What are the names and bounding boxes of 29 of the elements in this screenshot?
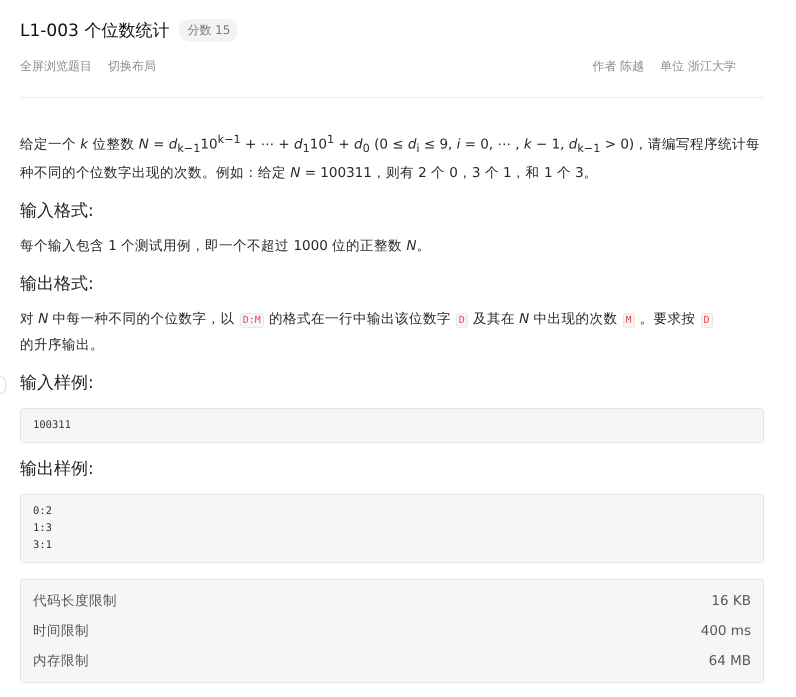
section-heading: 输出格式: [20, 273, 95, 296]
inline-code: D:M [240, 313, 264, 328]
meta-info: 作者 陈越 [592, 58, 644, 75]
action-link[interactable]: 全屏浏览题目 [20, 58, 92, 75]
problem-title: L1-003 个位数统计 [20, 20, 170, 42]
section-heading: 输入样例: [20, 372, 95, 394]
section-text: 。要求按 [640, 311, 696, 328]
section-heading: 输入格式: [20, 200, 95, 222]
limit-value: 16 KB [711, 593, 751, 610]
inline-code: M [622, 313, 635, 328]
section-text: 每个输入包含 1 个测试用例，即一个不超过 1000 位的正整数 N。 [20, 238, 431, 254]
sample-code-block: 100311 [20, 408, 764, 444]
meta-info: 单位 浙江大学 [660, 58, 736, 75]
section-heading: 输出样例: [20, 458, 95, 480]
limit-label: 代码长度限制 [33, 592, 117, 610]
inline-code: D [456, 313, 468, 328]
limit-label: 时间限制 [33, 622, 89, 640]
section-text: 及其在 N 中出现的次数 [472, 311, 618, 328]
section-text: 对 N 中每一种不同的个位数字，以 [20, 311, 235, 328]
section-text: 的升序输出。 [20, 337, 104, 354]
sample-code-block: 0:2 1:3 3:1 [20, 494, 764, 564]
limit-label: 内存限制 [33, 652, 89, 670]
problem-description: 给定一个 k 位整数 N = d$_{k−1}$10$^{k−1}$ + ⋯ + d$_{1}$10$^{1}$ + d$_{0}$ (0 ≤ d$_{i}$ ≤ 9, i = 0, ⋯ , k− 1, d$_{k−1}$ > 0)，请编写程序统计每种不同的个位数字出现的次数。例如：给定 N = 100311，则有 2 个 0，3 个 1，和 1 个 3。 [20, 132, 762, 184]
action-link[interactable]: 切换布局 [108, 58, 156, 75]
section-text: 的格式在一行中输出该位数字 [268, 311, 451, 328]
limit-value: 64 MB [708, 653, 751, 670]
score-badge: 分数 15 [179, 18, 238, 42]
limit-value: 400 ms [700, 623, 751, 640]
inline-code: D [700, 313, 713, 328]
